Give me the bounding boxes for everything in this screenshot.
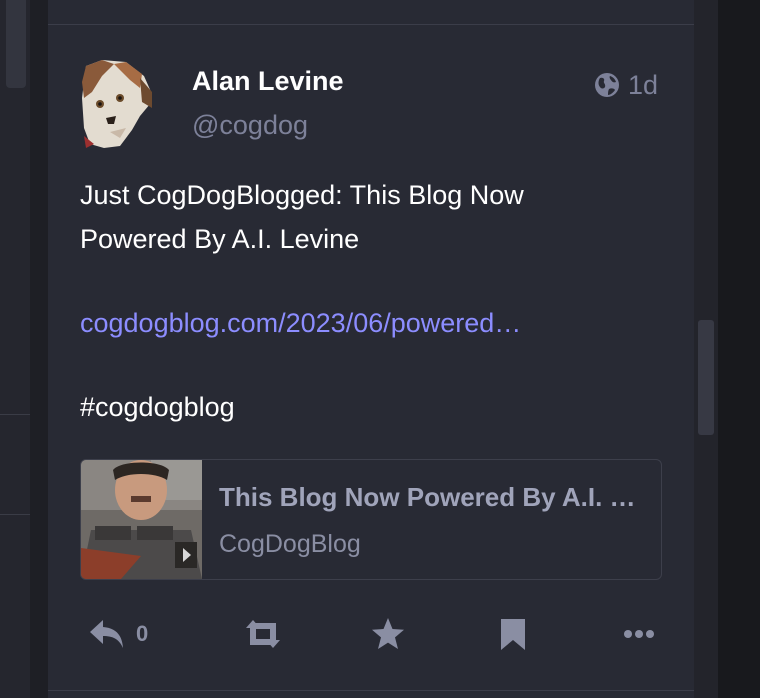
hashtag-link[interactable]: #cogdogblog (80, 392, 235, 423)
ellipsis-icon (624, 630, 654, 638)
reply-icon (90, 620, 123, 648)
bookmark-icon (501, 619, 525, 650)
divider (48, 690, 694, 691)
right-edge (718, 0, 760, 698)
author-display-name[interactable]: Alan Levine (192, 66, 344, 97)
left-scrollbar-thumb[interactable] (6, 0, 26, 88)
author-handle[interactable]: @cogdog (192, 110, 308, 141)
post-timestamp[interactable]: 1d (628, 70, 658, 101)
card-thumbnail (81, 460, 202, 579)
boost-icon (246, 620, 280, 648)
reply-button[interactable]: 0 (88, 614, 148, 654)
star-icon (372, 618, 404, 649)
left-column-edge (0, 0, 30, 698)
post-text-line: Just CogDogBlogged: This Blog Now (80, 180, 524, 210)
post-link[interactable]: cogdogblog.com/2023/06/powered… (80, 308, 521, 339)
divider (0, 414, 30, 415)
timeline-scrollbar[interactable] (694, 0, 718, 698)
reply-count: 0 (136, 621, 149, 646)
globe-icon (595, 73, 619, 97)
timeline-column: Alan Levine @cogdog 1d Just CogDogBlogge… (48, 0, 694, 698)
scrollbar-thumb[interactable] (698, 320, 714, 435)
boost-button[interactable] (242, 614, 284, 654)
divider (48, 24, 694, 25)
favourite-button[interactable] (370, 614, 406, 654)
bookmark-button[interactable] (499, 614, 527, 654)
avatar[interactable] (80, 58, 156, 150)
link-preview-card[interactable]: This Blog Now Powered By A.I. … CogDogBl… (80, 459, 662, 580)
more-options-button[interactable] (623, 614, 655, 654)
post-text-line: Powered By A.I. Levine (80, 224, 360, 254)
card-title[interactable]: This Blog Now Powered By A.I. … (219, 482, 636, 513)
divider (0, 514, 30, 515)
column-gutter (30, 0, 48, 698)
card-site-name: CogDogBlog (219, 530, 361, 558)
